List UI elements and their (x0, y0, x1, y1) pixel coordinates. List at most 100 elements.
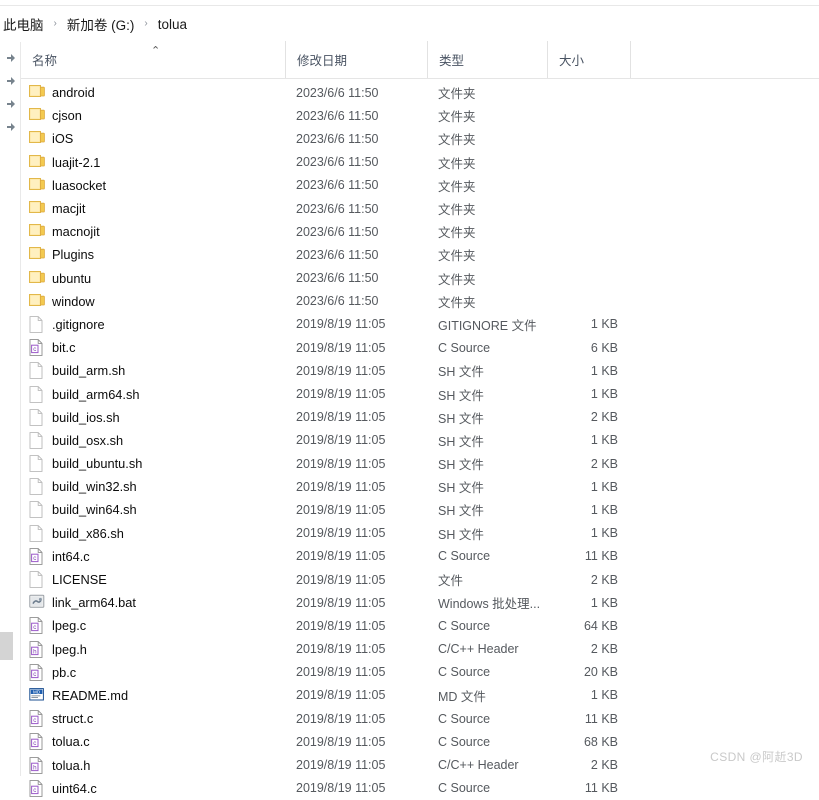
file-list-pane[interactable]: 名称 ⌃ 修改日期 类型 大小 android 2023/6/6 11:50 文件夹… (21, 41, 819, 797)
file-name-cell[interactable]: Plugins (21, 246, 285, 263)
breadcrumb-item-this-pc[interactable]: 此电脑 (2, 12, 45, 36)
file-type-cell: C Source (438, 734, 491, 749)
file-name-cell[interactable]: build_win32.sh (21, 478, 285, 496)
file-name-label: link_arm64.bat (52, 595, 136, 611)
file-name-label: android (52, 85, 95, 101)
column-header-spacer (630, 41, 819, 78)
table-row[interactable]: h lpeg.h 2019/8/19 11:05 C/C++ Header 2 KB (21, 638, 819, 661)
file-date-cell: 2023/6/6 11:50 (296, 155, 379, 170)
file-name-cell[interactable]: link_arm64.bat (21, 594, 285, 611)
file-name-cell[interactable]: build_x86.sh (21, 524, 285, 542)
file-name-cell[interactable]: c uint64.c (21, 779, 285, 797)
column-header-size[interactable]: 大小 (547, 41, 630, 78)
table-row[interactable]: luasocket 2023/6/6 11:50 文件夹 (21, 174, 819, 197)
file-name-cell[interactable]: build_arm64.sh (21, 385, 285, 403)
table-row[interactable]: build_x86.sh 2019/8/19 11:05 SH 文件 1 KB (21, 522, 819, 545)
file-name-cell[interactable]: c int64.c (21, 547, 285, 565)
file-type-cell: 文件夹 (438, 295, 476, 310)
table-row[interactable]: c uint64.c 2019/8/19 11:05 C Source 11 KB (21, 777, 819, 800)
file-name-cell[interactable]: build_win64.sh (21, 501, 285, 519)
file-name-cell[interactable]: c lpeg.c (21, 617, 285, 635)
table-row[interactable]: build_ubuntu.sh 2019/8/19 11:05 SH 文件 2 KB (21, 452, 819, 475)
table-row[interactable]: android 2023/6/6 11:50 文件夹 (21, 81, 819, 104)
column-header-name[interactable]: 名称 ⌃ (21, 41, 285, 78)
file-name-cell[interactable]: android (21, 84, 285, 101)
file-name-cell[interactable]: build_arm.sh (21, 362, 285, 380)
file-name-cell[interactable]: luasocket (21, 177, 285, 194)
blank-file-icon (29, 385, 45, 403)
file-date-cell: 2019/8/19 11:05 (296, 363, 386, 378)
file-date-cell: 2023/6/6 11:50 (296, 178, 379, 193)
file-size-cell: 1 KB (590, 595, 618, 610)
table-row[interactable]: macnojit 2023/6/6 11:50 文件夹 (21, 220, 819, 243)
table-row[interactable]: Plugins 2023/6/6 11:50 文件夹 (21, 243, 819, 266)
table-row[interactable]: c struct.c 2019/8/19 11:05 C Source 11 KB (21, 707, 819, 730)
file-name-label: LICENSE (52, 572, 107, 588)
file-name-cell[interactable]: .gitignore (21, 316, 285, 333)
column-header-type[interactable]: 类型 (427, 41, 547, 78)
file-name-cell[interactable]: c pb.c (21, 663, 285, 681)
table-row[interactable]: h tolua.h 2019/8/19 11:05 C/C++ Header 2 KB (21, 753, 819, 776)
chevron-right-icon: › (144, 18, 148, 29)
file-name-cell[interactable]: build_ios.sh (21, 408, 285, 426)
breadcrumb-item-tolua[interactable]: tolua (157, 15, 188, 34)
table-row[interactable]: build_win64.sh 2019/8/19 11:05 SH 文件 1 KB (21, 498, 819, 521)
column-header-row[interactable]: 名称 ⌃ 修改日期 类型 大小 (21, 41, 819, 79)
file-list[interactable]: android 2023/6/6 11:50 文件夹 cjson 2023/6/6 11… (21, 79, 819, 800)
file-type-cell: GITIGNORE 文件 (438, 318, 537, 333)
table-row[interactable]: c int64.c 2019/8/19 11:05 C Source 11 KB (21, 545, 819, 568)
table-row[interactable]: c tolua.c 2019/8/19 11:05 C Source 68 KB (21, 730, 819, 753)
column-header-date-modified[interactable]: 修改日期 (285, 41, 427, 78)
table-row[interactable]: c bit.c 2019/8/19 11:05 C Source 6 KB (21, 336, 819, 359)
file-name-cell[interactable]: window (21, 293, 285, 310)
table-row[interactable]: c pb.c 2019/8/19 11:05 C Source 20 KB (21, 661, 819, 684)
file-name-cell[interactable]: macnojit (21, 223, 285, 240)
navigation-pane-scrollbar[interactable] (0, 632, 13, 776)
table-row[interactable]: build_osx.sh 2019/8/19 11:05 SH 文件 1 KB (21, 429, 819, 452)
table-row[interactable]: link_arm64.bat 2019/8/19 11:05 Windows 批处理… (21, 591, 819, 614)
blank-file-icon (29, 478, 45, 496)
file-date-cell: 2019/8/19 11:05 (296, 387, 386, 402)
folder-icon (29, 223, 45, 240)
file-name-cell[interactable]: luajit-2.1 (21, 154, 285, 171)
table-row[interactable]: luajit-2.1 2023/6/6 11:50 文件夹 (21, 151, 819, 174)
table-row[interactable]: macjit 2023/6/6 11:50 文件夹 (21, 197, 819, 220)
file-name-cell[interactable]: LICENSE (21, 571, 285, 588)
table-row[interactable]: LICENSE 2019/8/19 11:05 文件 2 KB (21, 568, 819, 591)
file-type-cell: 文件夹 (438, 87, 476, 102)
file-name-cell[interactable]: macjit (21, 200, 285, 217)
table-row[interactable]: build_arm.sh 2019/8/19 11:05 SH 文件 1 KB (21, 359, 819, 382)
blank-file-icon (29, 408, 45, 426)
table-row[interactable]: cjson 2023/6/6 11:50 文件夹 (21, 104, 819, 127)
table-row[interactable]: iOS 2023/6/6 11:50 文件夹 (21, 127, 819, 150)
file-name-cell[interactable]: MD README.md (21, 687, 285, 704)
file-name-cell[interactable]: c tolua.c (21, 733, 285, 751)
folder-icon (29, 107, 45, 124)
file-name-cell[interactable]: cjson (21, 107, 285, 124)
file-name-cell[interactable]: build_osx.sh (21, 432, 285, 449)
breadcrumb-item-drive[interactable]: 新加卷 (G:) (66, 12, 136, 36)
table-row[interactable]: build_ios.sh 2019/8/19 11:05 SH 文件 2 KB (21, 406, 819, 429)
file-name-cell[interactable]: h tolua.h (21, 756, 285, 774)
table-row[interactable]: window 2023/6/6 11:50 文件夹 (21, 290, 819, 313)
file-name-cell[interactable]: build_ubuntu.sh (21, 455, 285, 472)
folder-icon (29, 200, 45, 217)
file-name-cell[interactable]: ubuntu (21, 270, 285, 287)
file-name-cell[interactable]: h lpeg.h (21, 640, 285, 658)
file-name-label: macjit (52, 201, 86, 217)
scrollbar-thumb[interactable] (0, 632, 13, 660)
navigation-pane[interactable] (0, 42, 21, 776)
table-row[interactable]: MD README.md 2019/8/19 11:05 MD 文件 1 KB (21, 684, 819, 707)
file-name-cell[interactable]: iOS (21, 130, 285, 147)
table-row[interactable]: build_win32.sh 2019/8/19 11:05 SH 文件 1 KB (21, 475, 819, 498)
table-row[interactable]: ubuntu 2023/6/6 11:50 文件夹 (21, 267, 819, 290)
file-date-cell: 2019/8/19 11:05 (296, 410, 386, 425)
file-name-cell[interactable]: c bit.c (21, 339, 285, 357)
breadcrumb[interactable]: 此电脑 › 新加卷 (G:) › tolua (0, 7, 819, 41)
table-row[interactable]: build_arm64.sh 2019/8/19 11:05 SH 文件 1 KB (21, 382, 819, 405)
file-date-cell: 2023/6/6 11:50 (296, 85, 379, 100)
table-row[interactable]: c lpeg.c 2019/8/19 11:05 C Source 64 KB (21, 614, 819, 637)
table-row[interactable]: .gitignore 2019/8/19 11:05 GITIGNORE 文件 1 K… (21, 313, 819, 336)
file-type-cell: 文件夹 (438, 179, 476, 194)
file-name-cell[interactable]: c struct.c (21, 710, 285, 728)
